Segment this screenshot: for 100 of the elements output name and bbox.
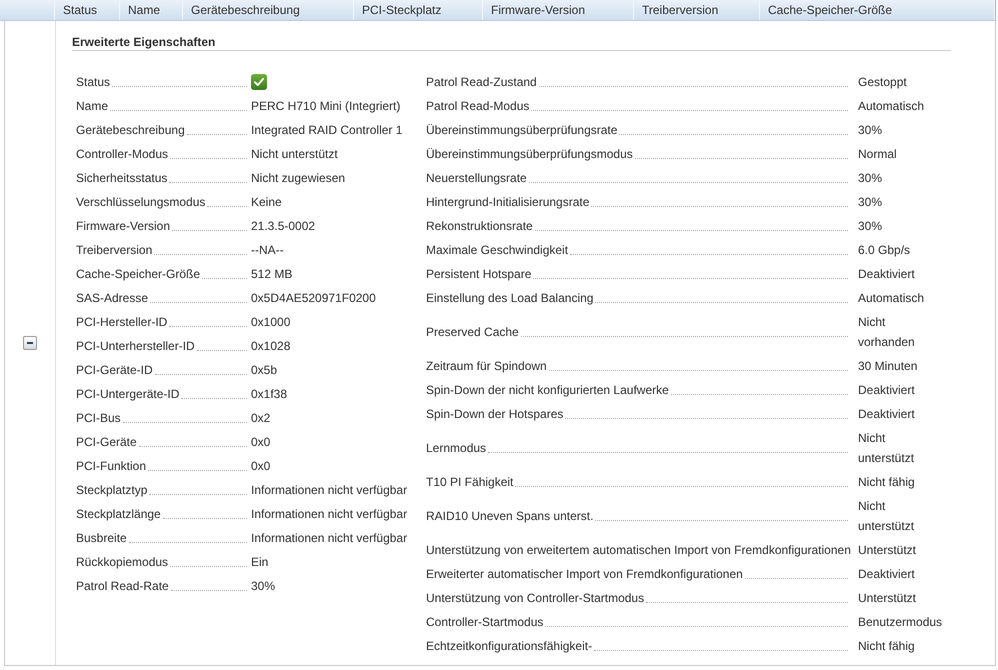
property-label: PCI-Unterhersteller-ID	[76, 338, 195, 355]
property-value: 0x5b	[251, 362, 278, 379]
property-label: Patrol Read-Modus	[426, 98, 530, 115]
property-label: Status	[76, 74, 110, 91]
property-label: Treiberversion	[76, 242, 152, 259]
property-value: 30%	[858, 218, 882, 235]
property-value: Normal	[858, 146, 897, 163]
property-label: PCI-Geräte	[76, 434, 137, 451]
property-value: 0x0	[251, 458, 270, 475]
property-label: Übereinstimmungsüberprüfungsrate	[426, 122, 618, 139]
property-value: Benutzermodus	[858, 614, 942, 631]
property-label: Steckplatzlänge	[76, 506, 161, 523]
property-label: Unterstützung von erweitertem automatischen Import von Fremdkonfigurationen	[426, 542, 851, 559]
property-label: Unterstützung von Controller-Startmodus	[426, 590, 644, 607]
dot-leader	[196, 350, 247, 351]
property-label: Steckplatztyp	[76, 482, 148, 499]
dot-leader	[202, 278, 247, 279]
property-label: Lernmodus	[426, 440, 486, 457]
dot-leader	[207, 206, 247, 207]
property-label: Name	[76, 98, 108, 115]
property-value: --NA--	[251, 242, 284, 259]
column-header[interactable]: Treiberversion	[634, 0, 760, 20]
property-label: Echtzeitkonfigurationsfähigkeit-	[426, 638, 592, 655]
property-label: Patrol Read-Zustand	[426, 74, 537, 91]
property-label: PCI-Funktion	[76, 458, 146, 475]
collapse-button[interactable]	[23, 336, 37, 350]
property-value: Nicht unterstützt	[858, 498, 916, 535]
property-value: 6.0 Gbp/s	[858, 242, 910, 259]
property-label: Spin-Down der nicht konfigurierten Laufwerke	[426, 382, 669, 399]
property-value: 30 Minuten	[858, 358, 918, 375]
property-label: Cache-Speicher-Größe	[76, 266, 200, 283]
property-label: PCI-Hersteller-ID	[76, 314, 168, 331]
property-label: Hintergrund-Initialisierungsrate	[426, 194, 590, 211]
property-label: Sicherheitsstatus	[76, 170, 168, 187]
property-label: Rekonstruktionsrate	[426, 218, 533, 235]
property-label: Einstellung des Load Balancing	[426, 290, 594, 307]
property-value: Nicht vorhanden	[858, 314, 916, 351]
property-value: PERC H710 Mini (Integriert)	[251, 98, 400, 115]
property-value: Deaktiviert	[858, 566, 915, 583]
column-header[interactable]: Cache-Speicher-Größe	[760, 0, 995, 20]
property-value: Ein	[251, 554, 268, 571]
property-label: Verschlüsselungsmodus	[76, 194, 206, 211]
property-label: PCI-Geräte-ID	[76, 362, 153, 379]
column-header[interactable]: Name	[120, 0, 183, 20]
property-label: Gerätebeschreibung	[76, 122, 185, 139]
property-value: 0x1000	[251, 314, 290, 331]
property-value: Nicht unterstützt	[251, 146, 338, 163]
property-label: PCI-Untergeräte-ID	[76, 386, 180, 403]
property-value: Deaktiviert	[858, 266, 915, 283]
property-value: Informationen nicht verfügbar	[251, 530, 408, 547]
property-label: Controller-Startmodus	[426, 614, 544, 631]
property-value: Automatisch	[858, 290, 924, 307]
property-value: 0x2	[251, 410, 270, 427]
property-value: Keine	[251, 194, 282, 211]
property-label: Patrol Read-Rate	[76, 578, 169, 595]
property-value: Deaktiviert	[858, 382, 915, 399]
property-value: 0x1028	[251, 338, 290, 355]
column-header[interactable]: Firmware-Version	[483, 0, 634, 20]
property-value: Nicht fähig	[858, 474, 915, 491]
dot-leader	[181, 398, 247, 399]
property-value: Nicht fähig	[858, 638, 915, 655]
property-value: 30%	[858, 170, 882, 187]
property-value: Gestoppt	[858, 74, 907, 91]
property-value: 30%	[858, 122, 882, 139]
property-label: SAS-Adresse	[76, 290, 148, 307]
column-header[interactable]: Status	[55, 0, 120, 20]
property-label: Controller-Modus	[76, 146, 168, 163]
column-header[interactable]: PCI-Steckplatz	[354, 0, 483, 20]
property-label: Neuerstellungsrate	[426, 170, 527, 187]
section-heading: Erweiterte Eigenschaften	[72, 35, 951, 51]
property-label: Spin-Down der Hotspares	[426, 406, 564, 423]
minus-icon	[27, 342, 33, 344]
property-label: Busbreite	[76, 530, 127, 547]
property-label: Übereinstimmungsüberprüfungsmodus	[426, 146, 633, 163]
property-label: Persistent Hotspare	[426, 266, 532, 283]
property-value: Deaktiviert	[858, 406, 915, 423]
property-value: 21.3.5-0002	[251, 218, 316, 235]
property-value: 512 MB	[251, 266, 292, 283]
property-value: 0x1f38	[251, 386, 288, 403]
property-value: Nicht zugewiesen	[251, 170, 346, 187]
property-label: Rückkopiemodus	[76, 554, 168, 571]
property-value: Informationen nicht verfügbar	[251, 506, 408, 523]
property-value: Automatisch	[858, 98, 924, 115]
column-header[interactable]: Gerätebeschreibung	[183, 0, 354, 20]
property-label: Zeitraum für Spindown	[426, 358, 547, 375]
property-value: 30%	[858, 194, 882, 211]
property-value: Unterstützt	[858, 590, 916, 607]
property-value: Integrated RAID Controller 1	[251, 122, 402, 139]
property-value: 0x0	[251, 434, 270, 451]
dot-leader	[186, 134, 247, 135]
property-label: Firmware-Version	[76, 218, 170, 235]
property-value: 0x5D4AE520971F0200	[251, 290, 376, 307]
property-label: Preserved Cache	[426, 324, 519, 341]
property-value: 30%	[251, 578, 276, 595]
property-label: PCI-Bus	[76, 410, 121, 427]
property-label: RAID10 Uneven Spans unterst.	[426, 508, 594, 525]
property-label: Maximale Geschwindigkeit	[426, 242, 568, 259]
property-value: Informationen nicht verfügbar	[251, 482, 408, 499]
property-label: Erweiterter automatischer Import von Fremdkonfigurationen	[426, 566, 743, 583]
property-value: Nicht unterstützt	[858, 430, 916, 467]
